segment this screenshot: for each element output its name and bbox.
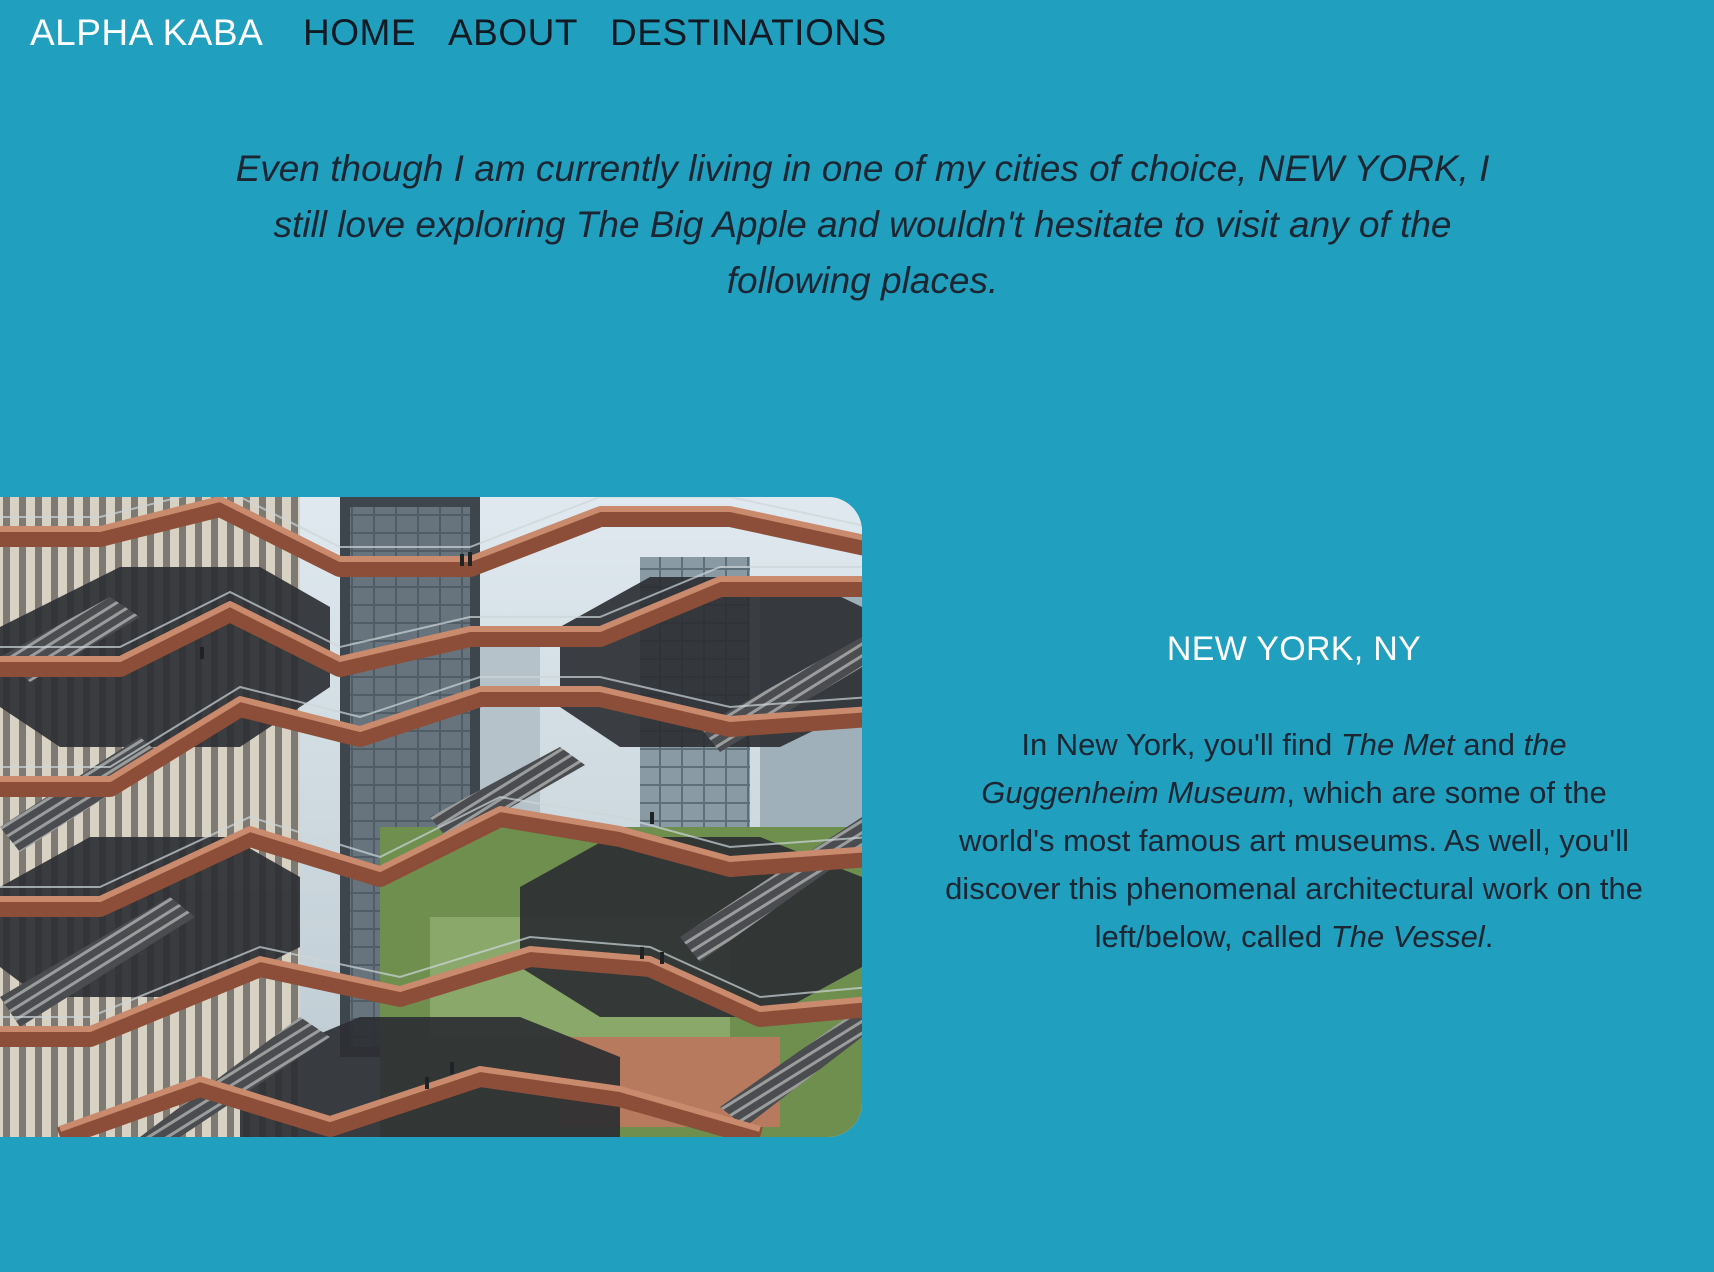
description-text-4: . <box>1484 919 1494 954</box>
destination-description: In New York, you'll find The Met and the… <box>944 721 1644 961</box>
nav-links: HOME ABOUT DESTINATIONS <box>303 12 887 54</box>
description-text-1: In New York, you'll find <box>1021 727 1341 762</box>
description-text-2: and <box>1454 727 1524 762</box>
vessel-illustration <box>0 497 862 1137</box>
destination-title: NEW YORK, NY <box>1166 630 1422 668</box>
intro-paragraph: Even though I am currently living in one… <box>235 148 1490 301</box>
destination-section: NEW YORK, NY In New York, you'll find Th… <box>944 630 1644 961</box>
top-navbar: ALPHA KABA HOME ABOUT DESTINATIONS <box>0 0 1714 72</box>
nav-link-destinations[interactable]: DESTINATIONS <box>610 12 887 54</box>
vessel-photo <box>0 497 862 1137</box>
nav-link-home[interactable]: HOME <box>303 12 416 54</box>
brand-logo-link[interactable]: ALPHA KABA <box>30 12 263 54</box>
description-emphasis-met: The Met <box>1340 727 1455 762</box>
nav-link-about[interactable]: ABOUT <box>448 12 578 54</box>
description-emphasis-vessel: The Vessel <box>1330 919 1485 954</box>
